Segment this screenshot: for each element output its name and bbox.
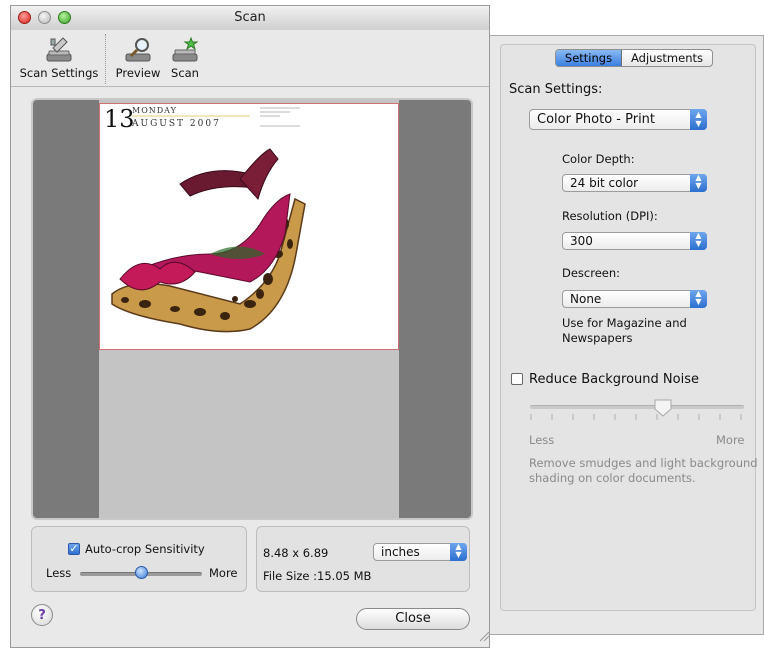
scan-settings-button[interactable]: Scan Settings [17,36,101,80]
autocrop-more-label: More [209,566,238,580]
color-depth-label: Color Depth: [562,152,635,166]
descreen-popup[interactable]: None ▲ ▼ [562,290,707,308]
reduce-noise-label: Reduce Background Noise [529,372,699,387]
scan-label: Scan [171,66,199,80]
settings-drawer: Settings Adjustments Scan Settings: Colo… [490,35,764,635]
dimensions-text: 8.48 x 6.89 [263,546,329,560]
popup-arrows-icon: ▲ ▼ [690,290,707,308]
noise-slider-knob[interactable] [653,398,673,418]
color-depth-value: 24 bit color [570,176,639,190]
resolution-label: Resolution (DPI): [562,209,658,223]
autocrop-slider-knob[interactable] [135,566,148,579]
close-button[interactable]: Close [356,608,470,630]
toolbar-separator [105,34,107,84]
noise-more-label: More [716,433,745,447]
help-button[interactable]: ? [31,604,53,626]
autocrop-checkbox[interactable]: ✓ [68,543,80,555]
preview-label: Preview [115,66,161,80]
autocrop-label: Auto-crop Sensitivity [85,542,205,556]
units-value: inches [381,545,420,559]
popup-arrows-icon: ▲ ▼ [690,174,707,192]
scan-sparkle-icon [172,36,199,62]
autocrop-group: ✓ Auto-crop Sensitivity Less More [31,526,247,592]
tab-adjustments[interactable]: Adjustments [622,50,712,66]
magnifier-icon [125,38,151,62]
descreen-hint-line1: Use for Magazine and [562,316,687,330]
preview-area[interactable]: 13 MONDAY AUGUST 2007 [31,98,473,520]
file-size-text: File Size :15.05 MB [263,569,372,583]
scan-settings-heading: Scan Settings: [509,82,603,97]
scan-window: Scan Scan Settings Preview Scan 13 MONDA… [10,5,490,648]
reduce-noise-checkbox[interactable] [511,373,523,385]
noise-slider-track[interactable] [530,405,744,409]
toolbar: Scan Settings Preview Scan [11,30,489,87]
popup-arrows-icon: ▲ ▼ [450,543,467,561]
popup-arrows-icon: ▲ ▼ [690,232,707,250]
size-group: 8.48 x 6.89 inches ▲ ▼ File Size :15.05 M… [256,526,470,592]
shoe-photo [111,107,306,333]
scan-button[interactable]: Scan [167,36,203,80]
descreen-hint-line2: Newspapers [562,331,633,345]
popup-arrows-icon: ▲ ▼ [690,109,707,130]
noise-slider-ticks [530,414,742,420]
scanned-image[interactable]: 13 MONDAY AUGUST 2007 [99,103,399,350]
descreen-label: Descreen: [562,266,621,280]
descreen-value: None [570,292,602,306]
scan-settings-label: Scan Settings [19,66,99,80]
color-depth-popup[interactable]: 24 bit color ▲ ▼ [562,174,707,192]
units-popup[interactable]: inches ▲ ▼ [373,543,467,561]
preview-button[interactable]: Preview [113,36,163,80]
noise-hint-line2: shading on color documents. [529,471,696,485]
resolution-popup[interactable]: 300 ▲ ▼ [562,232,707,250]
noise-hint-line1: Remove smudges and light background [529,456,758,470]
mode-value: Color Photo - Print [537,112,656,127]
mode-popup[interactable]: Color Photo - Print ▲ ▼ [529,109,707,130]
title-bar[interactable]: Scan [11,6,489,31]
window-title: Scan [234,10,266,25]
autocrop-less-label: Less [46,566,72,580]
resize-grip-icon[interactable] [478,630,490,642]
resolution-value: 300 [570,234,593,248]
tab-settings[interactable]: Settings [556,50,622,66]
tab-control: Settings Adjustments [555,49,713,67]
tools-icon [46,37,72,62]
noise-less-label: Less [529,433,555,447]
